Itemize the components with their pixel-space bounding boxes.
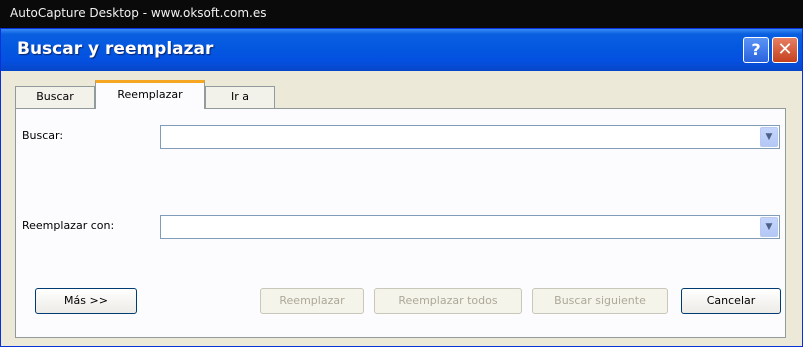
tab-reemplazar[interactable]: Reemplazar <box>95 80 205 109</box>
find-input[interactable] <box>161 126 756 148</box>
replace-input[interactable] <box>161 216 756 238</box>
dialog-title-bar[interactable]: Buscar y reemplazar ? ✕ <box>1 29 802 71</box>
find-combobox[interactable]: ▼ <box>160 125 780 149</box>
tab-buscar[interactable]: Buscar <box>15 86 95 108</box>
find-next-button[interactable]: Buscar siguiente <box>532 288 668 314</box>
find-replace-dialog: Buscar y reemplazar ? ✕ Buscar Reemplaza… <box>0 28 803 347</box>
chevron-down-icon: ▼ <box>765 132 773 142</box>
replace-combobox[interactable]: ▼ <box>160 215 780 239</box>
replace-dropdown-button[interactable]: ▼ <box>760 217 778 237</box>
help-icon: ? <box>751 40 761 59</box>
tab-ir-a[interactable]: Ir a <box>205 86 275 108</box>
help-button[interactable]: ? <box>743 37 769 63</box>
dialog-title: Buscar y reemplazar <box>17 39 214 59</box>
close-button[interactable]: ✕ <box>772 37 798 63</box>
more-options-button[interactable]: Más >> <box>35 288 137 314</box>
find-label: Buscar: <box>22 129 64 142</box>
replace-button[interactable]: Reemplazar <box>260 288 364 314</box>
find-dropdown-button[interactable]: ▼ <box>760 127 778 147</box>
chevron-down-icon: ▼ <box>765 222 773 232</box>
replace-label: Reemplazar con: <box>22 219 115 232</box>
replace-all-button[interactable]: Reemplazar todos <box>374 288 522 314</box>
close-icon: ✕ <box>777 39 793 60</box>
capture-title-bar: AutoCapture Desktop - www.oksoft.com.es <box>0 0 803 28</box>
cancel-button[interactable]: Cancelar <box>681 288 781 314</box>
